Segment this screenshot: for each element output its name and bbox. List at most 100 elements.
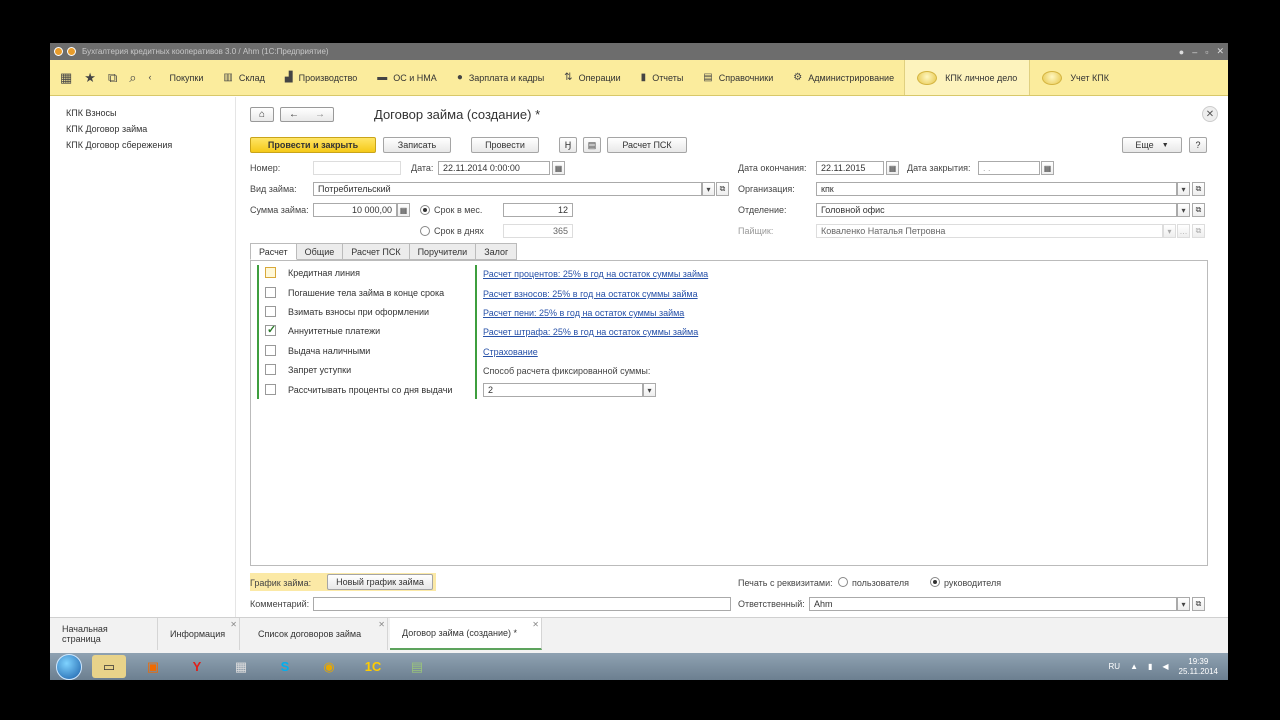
dropdown-icon[interactable]: ▾ [1163, 224, 1176, 238]
volume-icon[interactable]: ◀ [1162, 662, 1168, 671]
section-item[interactable]: ● Зарплата и кадры [447, 60, 554, 95]
dropdown-icon[interactable]: ▾ [1177, 597, 1190, 611]
calculator-icon[interactable]: ▦ [224, 655, 258, 678]
skype-icon[interactable]: S [268, 655, 302, 678]
window-tab-loan-create[interactable]: Договор займа (создание) * ✕ [390, 618, 542, 650]
checkbox[interactable] [265, 287, 276, 298]
number-field[interactable] [313, 161, 401, 175]
window-tab-info[interactable]: Информация ✕ [158, 618, 240, 650]
link-fine-calc[interactable]: Расчет штрафа: 25% в год на остаток сумм… [483, 327, 698, 337]
section-item[interactable]: ▮ Отчеты [631, 60, 694, 95]
tab-guarantors[interactable]: Поручители [409, 243, 477, 260]
scroll-left-icon[interactable]: ‹ [149, 73, 152, 82]
history-icon[interactable]: ⧉ [108, 71, 117, 84]
checkbox[interactable] [265, 364, 276, 375]
help-button[interactable]: ? [1189, 137, 1207, 153]
amount-field[interactable]: 10 000,00 [313, 203, 397, 217]
network-icon[interactable]: ▮ [1148, 662, 1152, 671]
term-months-radio[interactable] [420, 205, 430, 215]
window-tab-loan-list[interactable]: Список договоров займа ✕ [246, 618, 388, 650]
dropdown-icon[interactable]: ▾ [643, 383, 656, 397]
section-item[interactable]: ⇅ Операции [554, 60, 631, 95]
back-arrow-icon[interactable]: ← [289, 109, 299, 120]
checkbox-principal-at-end[interactable]: Погашение тела займа в конце срока [265, 287, 444, 298]
link-insurance[interactable]: Страхование [483, 347, 538, 357]
section-item[interactable]: ▬ ОС и НМА [367, 60, 447, 95]
clock[interactable]: 19:39 25.11.2014 [1179, 657, 1218, 677]
open-icon[interactable]: ⧉ [716, 182, 729, 196]
checkbox[interactable] [265, 323, 276, 336]
language-indicator[interactable]: RU [1109, 662, 1121, 671]
post-button[interactable]: Провести [471, 137, 539, 153]
dropdown-icon[interactable]: ▾ [1177, 182, 1190, 196]
nav-kpk-contributions[interactable]: КПК Взносы [50, 105, 235, 121]
nav-kpk-loan-contract[interactable]: КПК Договор займа [50, 121, 235, 137]
yandex-browser-icon[interactable]: Y [180, 655, 214, 678]
form-close-button[interactable]: ✕ [1202, 106, 1218, 122]
new-schedule-button[interactable]: Новый график займа [327, 574, 433, 590]
home-button[interactable]: ⌂ [250, 107, 274, 122]
open-icon[interactable]: ⧉ [1192, 203, 1205, 217]
close-icon[interactable]: ✕ [1216, 46, 1224, 57]
checkbox[interactable] [265, 345, 276, 356]
calendar-icon[interactable]: ▦ [1041, 161, 1054, 175]
loan-type-field[interactable]: Потребительский [313, 182, 702, 196]
explorer-icon[interactable]: ▭ [92, 655, 126, 678]
open-icon[interactable]: ⧉ [1192, 597, 1205, 611]
media-player-icon[interactable]: ▣ [136, 655, 170, 678]
close-tab-icon[interactable]: ✕ [532, 620, 539, 629]
link-penalty-calc[interactable]: Расчет пени: 25% в год на остаток суммы … [483, 308, 684, 318]
tab-collateral[interactable]: Залог [476, 243, 518, 260]
app-menu-icon[interactable] [67, 47, 76, 56]
link-interest-calc[interactable]: Расчет процентов: 25% в год на остаток с… [483, 269, 708, 279]
fixed-sum-select[interactable]: 2 [483, 383, 643, 397]
document-icon[interactable]: ▤ [583, 137, 601, 153]
psk-calc-button[interactable]: Расчет ПСК [607, 137, 687, 153]
end-date-field[interactable]: 22.11.2015 [816, 161, 884, 175]
term-days-radio[interactable] [420, 226, 430, 236]
link-fees-calc[interactable]: Расчет взносов: 25% в год на остаток сум… [483, 289, 698, 299]
checkbox[interactable] [265, 267, 276, 278]
forward-arrow-icon[interactable]: → [315, 109, 325, 120]
section-kpk-accounting[interactable]: Учет КПК [1029, 60, 1121, 95]
open-icon[interactable]: ⧉ [1192, 224, 1205, 238]
section-kpk-personal[interactable]: КПК личное дело [904, 60, 1030, 95]
tab-psk-calc[interactable]: Расчет ПСК [343, 243, 410, 260]
close-tab-icon[interactable]: ✕ [378, 620, 385, 629]
dropdown-icon[interactable]: ▾ [702, 182, 715, 196]
member-field[interactable]: Коваленко Наталья Петровна [816, 224, 1163, 238]
chrome-icon[interactable]: ◉ [312, 655, 346, 678]
search-icon[interactable]: ⌕ [129, 71, 136, 84]
post-and-close-button[interactable]: Провести и закрыть [250, 137, 376, 153]
calendar-icon[interactable]: ▦ [552, 161, 565, 175]
more-button[interactable]: Еще ▼ [1122, 137, 1182, 153]
info-icon[interactable]: ● [1179, 47, 1184, 57]
comment-field[interactable] [313, 597, 731, 611]
checkbox[interactable] [265, 306, 276, 317]
checkbox-fees-on-issue[interactable]: Взимать взносы при оформлении [265, 306, 429, 317]
window-tab-home[interactable]: Начальная страница [50, 618, 158, 650]
section-item[interactable]: Покупки [160, 60, 214, 95]
open-icon[interactable]: ⧉ [1192, 182, 1205, 196]
checkbox-annuity-payments[interactable]: Аннуитетные платежи [265, 323, 380, 336]
term-days-field[interactable]: 365 [503, 224, 573, 238]
date-field[interactable]: 22.11.2014 0:00:00 [438, 161, 550, 175]
save-button[interactable]: Записать [383, 137, 451, 153]
money-app-icon[interactable]: ▤ [400, 655, 434, 678]
tab-calculation[interactable]: Расчет [250, 243, 297, 260]
section-item[interactable]: ▥ Склад [213, 60, 275, 95]
section-item[interactable]: ▟ Производство [275, 60, 367, 95]
close-tab-icon[interactable]: ✕ [230, 620, 237, 629]
print-director-radio[interactable] [930, 577, 940, 587]
responsible-field[interactable]: Ahm [809, 597, 1177, 611]
checkbox[interactable] [265, 384, 276, 395]
print-user-radio[interactable] [838, 577, 848, 587]
term-months-field[interactable]: 12 [503, 203, 573, 217]
close-date-field[interactable]: . . [978, 161, 1040, 175]
tray-arrow-icon[interactable]: ▲ [1130, 662, 1138, 671]
checkbox-cash-issue[interactable]: Выдача наличными [265, 345, 370, 356]
dropdown-icon[interactable]: ▾ [1177, 203, 1190, 217]
checkbox-interest-from-issue[interactable]: Рассчитывать проценты со дня выдачи [265, 384, 452, 395]
checkbox-credit-line[interactable]: Кредитная линия [265, 267, 360, 278]
tab-general[interactable]: Общие [296, 243, 344, 260]
